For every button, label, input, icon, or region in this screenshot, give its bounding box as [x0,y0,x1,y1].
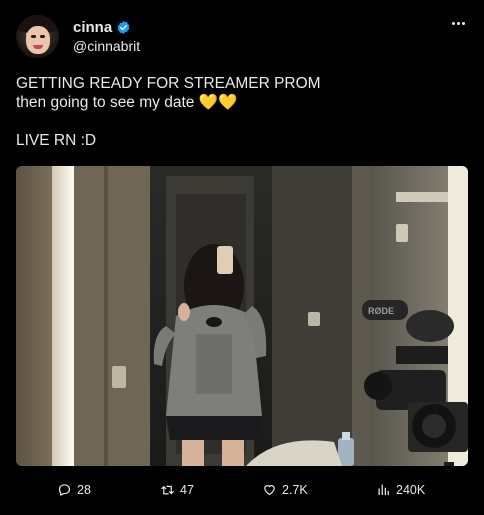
views-button[interactable]: 240K [376,482,425,497]
reply-icon [58,484,71,496]
action-bar: 28 47 2.7K 240K [0,482,484,502]
like-count: 2.7K [282,482,308,497]
dot-icon [456,21,460,25]
retweet-button[interactable]: 47 [160,482,194,497]
display-name[interactable]: cinna [73,19,112,36]
avatar[interactable] [16,15,59,58]
svg-text:RØDE: RØDE [368,306,394,316]
avatar-eye [31,35,36,38]
tweet-photo[interactable]: RØDE [16,166,468,466]
more-options-button[interactable] [448,15,468,31]
views-chart-icon [378,484,389,496]
mirror-selfie-image: RØDE [16,166,468,466]
retweet-count: 47 [180,482,194,497]
avatar-eye [40,35,45,38]
avatar-face [26,26,50,54]
dot-icon [451,21,455,25]
reply-count: 28 [77,482,91,497]
author-name-row[interactable]: cinna [73,19,131,36]
view-count: 240K [396,482,426,497]
reply-button[interactable]: 28 [57,482,91,497]
heart-icon [264,485,275,496]
tweet-text: GETTING READY FOR STREAMER PROM then goi… [16,75,321,149]
like-button[interactable]: 2.7K [262,482,308,497]
tweet-card[interactable]: cinna @cinnabrit GETTING READY FOR STREA… [0,0,484,515]
author-handle[interactable]: @cinnabrit [73,38,140,54]
verified-badge-icon [117,20,130,35]
dot-icon [461,21,465,25]
retweet-icon [161,485,174,495]
